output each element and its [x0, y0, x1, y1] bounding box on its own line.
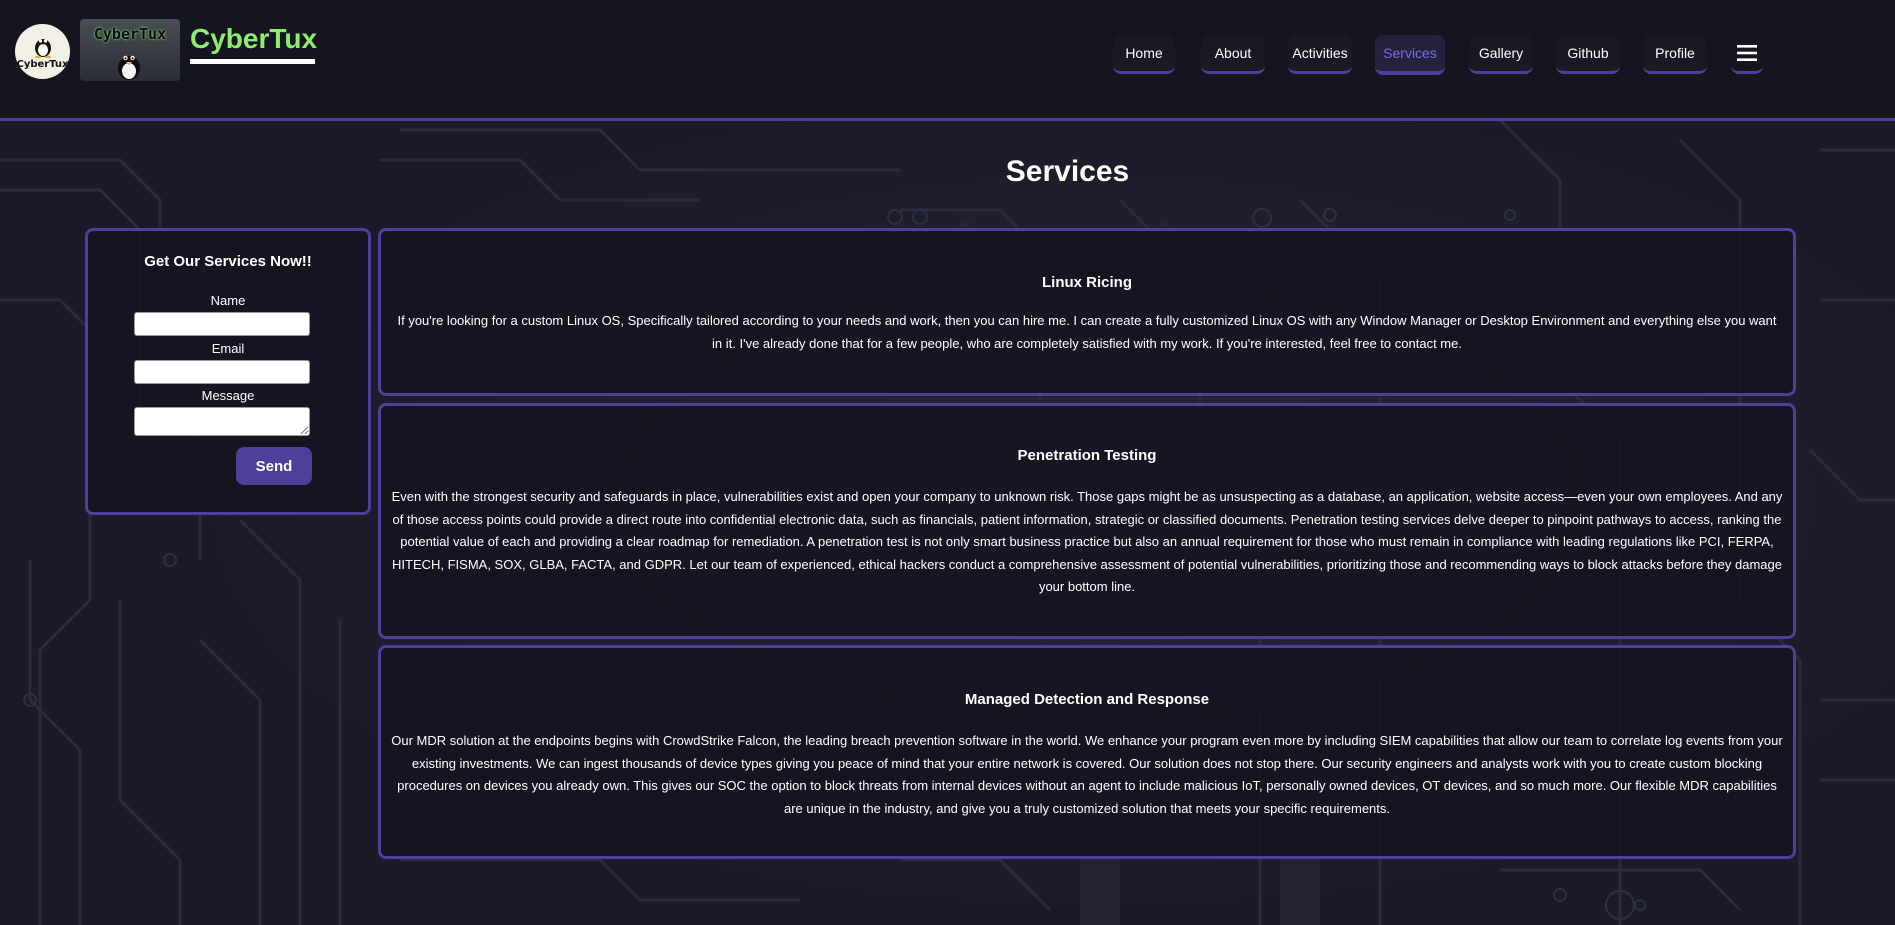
menu-lines-icon — [1737, 45, 1757, 61]
brand-title[interactable]: CyberTux — [190, 23, 317, 64]
tux-penguin-icon — [34, 38, 51, 58]
logo-circle-text: CyberTux — [16, 58, 69, 70]
form-title: Get Our Services Now!! — [144, 253, 312, 270]
name-input[interactable] — [134, 312, 310, 336]
message-label: Message — [201, 388, 255, 403]
tux-penguin-icon — [118, 55, 140, 80]
page: CyberTux CyberTux CyberTux Home About Ac… — [0, 0, 1895, 925]
service-description: If you're looking for a custom Linux OS,… — [397, 313, 1777, 351]
email-label: Email — [211, 341, 245, 356]
hamburger-menu-icon[interactable] — [1731, 35, 1763, 74]
page-title: Services — [1005, 155, 1130, 188]
service-description: Our MDR solution at the endpoints begins… — [391, 733, 1783, 816]
service-title: Linux Ricing — [1042, 274, 1132, 291]
service-title: Penetration Testing — [1017, 447, 1157, 464]
nav-activities[interactable]: Activities — [1288, 35, 1352, 74]
service-card-linux-ricing: Linux Ricing If you're looking for a cus… — [378, 228, 1796, 396]
nav-github[interactable]: Github — [1556, 35, 1620, 74]
logo-banner-text: CyberTux — [93, 25, 167, 43]
message-textarea[interactable] — [134, 407, 310, 436]
service-card-managed-detection-response: Managed Detection and Response Our MDR s… — [378, 645, 1796, 859]
email-input[interactable] — [134, 360, 310, 384]
logo-circle[interactable]: CyberTux — [15, 24, 70, 79]
service-description: Even with the strongest security and saf… — [391, 489, 1783, 594]
service-card-penetration-testing: Penetration Testing Even with the strong… — [378, 403, 1796, 639]
nav-services[interactable]: Services — [1375, 35, 1445, 75]
send-button[interactable]: Send — [236, 447, 312, 485]
nav-about[interactable]: About — [1201, 35, 1265, 74]
nav-profile[interactable]: Profile — [1643, 35, 1707, 74]
service-title: Managed Detection and Response — [964, 691, 1210, 708]
services-contact-form: Get Our Services Now!! Name Email Messag… — [85, 228, 371, 515]
site-header: CyberTux CyberTux CyberTux Home About Ac… — [0, 0, 1895, 121]
logo-banner[interactable]: CyberTux — [80, 19, 180, 81]
name-label: Name — [210, 293, 246, 308]
nav-gallery[interactable]: Gallery — [1469, 35, 1533, 74]
nav-home[interactable]: Home — [1113, 35, 1175, 74]
